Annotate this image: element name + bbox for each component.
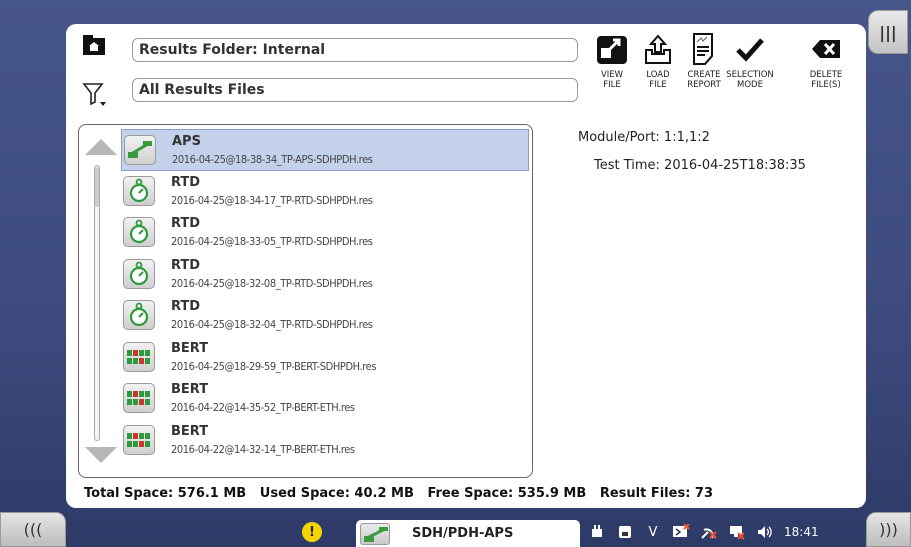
view-file-icon xyxy=(597,36,627,64)
file-list-item[interactable]: RTD 2016-04-25@18-32-08_TP-RTD-SDHPDH.res xyxy=(121,254,529,296)
scrollbar-thumb[interactable] xyxy=(95,167,99,207)
speaker-icon[interactable] xyxy=(756,524,774,540)
file-type-label: APS xyxy=(172,134,201,149)
file-list-item[interactable]: BERT 2016-04-25@18-29-59_TP-BERT-SDHPDH.r… xyxy=(121,337,529,379)
test-time-text: Test Time: 2016-04-25T18:38:35 xyxy=(594,158,806,173)
results-file-list[interactable]: APS 2016-04-25@18-38-34_TP-APS-SDHPDH.res… xyxy=(78,124,533,478)
results-filter-field[interactable]: All Results Files xyxy=(132,78,578,102)
file-name-label: 2016-04-22@14-32-14_TP-BERT-ETH.res xyxy=(171,442,355,456)
file-list-item[interactable]: BERT 2016-04-22@14-35-52_TP-BERT-ETH.res xyxy=(121,378,529,420)
file-type-label: RTD xyxy=(171,216,201,231)
nav-left-button[interactable]: ((( xyxy=(0,512,66,547)
file-type-label: BERT xyxy=(171,423,209,439)
delete-files-button[interactable]: DELETE FILE(S) xyxy=(798,32,854,90)
file-type-label: RTD xyxy=(171,299,201,314)
file-name-label: 2016-04-22@14-35-52_TP-BERT-ETH.res xyxy=(171,401,355,414)
file-list-item[interactable]: RTD 2016-04-25@18-32-04_TP-RTD-SDHPDH.res xyxy=(121,295,529,337)
selection-mode-label: SELECTION MODE xyxy=(726,70,774,90)
stopwatch-icon xyxy=(123,175,155,206)
scroll-up-arrow-icon[interactable] xyxy=(85,139,117,155)
bert-icon xyxy=(123,383,155,413)
wireless-disabled-icon[interactable] xyxy=(700,524,718,540)
menu-tab-button[interactable]: ||| xyxy=(868,10,908,54)
delete-icon xyxy=(812,40,840,58)
scroll-down-arrow-icon[interactable] xyxy=(85,447,117,463)
filter-icon[interactable] xyxy=(82,80,108,108)
bert-icon xyxy=(123,424,155,455)
file-list-item[interactable]: RTD 2016-04-25@18-34-17_TP-RTD-SDHPDH.res xyxy=(121,171,529,213)
file-details: Module/Port: 1:1,1:2 Test Time: 2016-04-… xyxy=(578,130,806,173)
home-folder-icon[interactable] xyxy=(82,34,106,56)
load-file-icon xyxy=(645,34,671,64)
checkmark-icon xyxy=(736,38,764,62)
file-rows: APS 2016-04-25@18-38-34_TP-APS-SDHPDH.res… xyxy=(121,129,529,461)
clock: 18:41 xyxy=(784,525,819,539)
network-disconnected-icon[interactable] xyxy=(728,524,746,540)
results-folder-field[interactable]: Results Folder: Internal xyxy=(132,38,578,62)
file-list-item[interactable]: BERT 2016-04-22@14-32-14_TP-BERT-ETH.res xyxy=(121,420,529,462)
file-name-label: 2016-04-25@18-34-17_TP-RTD-SDHPDH.res xyxy=(171,193,373,207)
app-tab-label: SDH/PDH-APS xyxy=(412,526,514,541)
file-name-label: 2016-04-25@18-29-59_TP-BERT-SDHPDH.res xyxy=(171,359,377,373)
file-name-label: 2016-04-25@18-32-08_TP-RTD-SDHPDH.res xyxy=(171,276,373,290)
aps-app-icon xyxy=(360,523,390,545)
selection-mode-button[interactable]: SELECTION MODE xyxy=(722,32,778,90)
v-indicator[interactable]: V xyxy=(644,524,662,540)
stopwatch-icon xyxy=(123,258,155,289)
file-type-label: RTD xyxy=(171,257,201,273)
system-tray: V 18:41 xyxy=(588,522,819,542)
file-name-label: 2016-04-25@18-38-34_TP-APS-SDHPDH.res xyxy=(172,153,373,166)
delete-files-label: DELETE FILE(S) xyxy=(809,70,843,90)
file-name-label: 2016-04-25@18-32-04_TP-RTD-SDHPDH.res xyxy=(171,318,373,331)
storage-summary: Total Space: 576.1 MB Used Space: 40.2 M… xyxy=(84,486,714,501)
file-type-label: RTD xyxy=(171,174,201,190)
stopwatch-icon xyxy=(123,300,155,330)
app-tab-sdh-pdh-aps[interactable]: SDH/PDH-APS xyxy=(356,520,580,547)
warning-icon[interactable]: ! xyxy=(302,522,322,542)
file-type-label: BERT xyxy=(171,340,209,356)
aps-icon xyxy=(124,135,156,165)
stopwatch-icon xyxy=(123,217,155,247)
bert-icon xyxy=(123,341,155,372)
nav-right-button[interactable]: ))) xyxy=(866,512,911,547)
create-report-icon xyxy=(693,33,713,65)
remote-console-icon[interactable] xyxy=(672,524,690,540)
file-list-item[interactable]: RTD 2016-04-25@18-33-05_TP-RTD-SDHPDH.res xyxy=(121,212,529,254)
file-list-item[interactable]: APS 2016-04-25@18-38-34_TP-APS-SDHPDH.res xyxy=(121,129,529,171)
storage-icon[interactable] xyxy=(616,524,634,540)
module-port-text: Module/Port: 1:1,1:2 xyxy=(578,130,710,145)
taskbar: ! SDH/PDH-APS V 18:41 xyxy=(66,516,866,547)
power-plug-icon[interactable] xyxy=(588,524,606,540)
file-name-label: 2016-04-25@18-33-05_TP-RTD-SDHPDH.res xyxy=(171,235,373,248)
file-type-label: BERT xyxy=(171,382,209,397)
